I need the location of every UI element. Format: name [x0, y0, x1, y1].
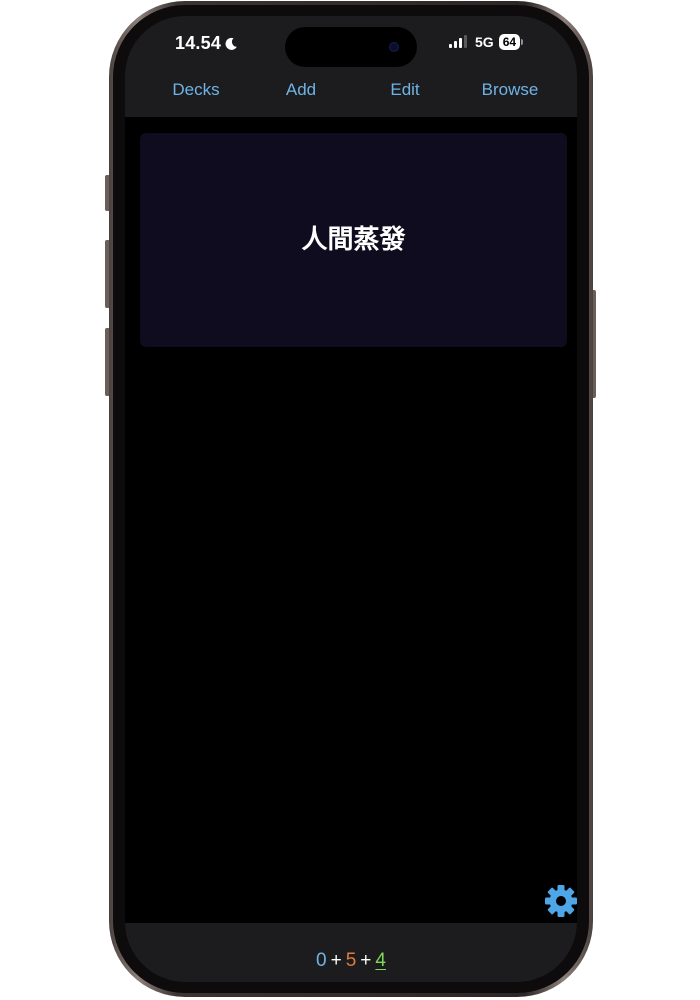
new-count: 0 — [316, 950, 327, 971]
status-indicators: 5G 64 — [448, 34, 524, 50]
top-bar: 14.54 5G 64 Decks Add Edit Browse — [125, 16, 577, 117]
learning-count: 5 — [345, 950, 357, 971]
flashcard[interactable]: 人間蒸發 — [140, 133, 567, 347]
signal-icon — [449, 35, 467, 48]
gear-icon[interactable] — [544, 884, 577, 918]
top-nav: Decks Add Edit Browse — [125, 80, 577, 106]
nav-edit[interactable]: Edit — [390, 80, 419, 100]
due-counts[interactable]: 0 +5 +4 — [125, 950, 577, 972]
battery-level: 64 — [498, 34, 521, 50]
nav-add[interactable]: Add — [286, 80, 316, 100]
status-time: 14.54 — [175, 33, 238, 54]
moon-icon — [225, 37, 237, 50]
battery-icon: 64 — [498, 34, 524, 50]
card-front-text: 人間蒸發 — [301, 224, 406, 255]
screen: 14.54 5G 64 Decks Add Edit Browse 人間蒸發 0… — [125, 16, 577, 982]
battery-tip — [521, 39, 524, 45]
count-separator: + — [360, 950, 372, 971]
status-time-label: 14.54 — [175, 33, 222, 53]
device-frame: 14.54 5G 64 Decks Add Edit Browse 人間蒸發 0… — [0, 0, 700, 1000]
nav-decks[interactable]: Decks — [172, 80, 219, 100]
bottom-bar: 0 +5 +4 — [125, 923, 577, 982]
dynamic-island — [285, 27, 417, 67]
nav-browse[interactable]: Browse — [482, 80, 539, 100]
camera-icon — [389, 42, 399, 52]
network-type: 5G — [475, 34, 494, 50]
review-count: 4 — [375, 950, 386, 971]
count-separator: + — [330, 950, 342, 971]
